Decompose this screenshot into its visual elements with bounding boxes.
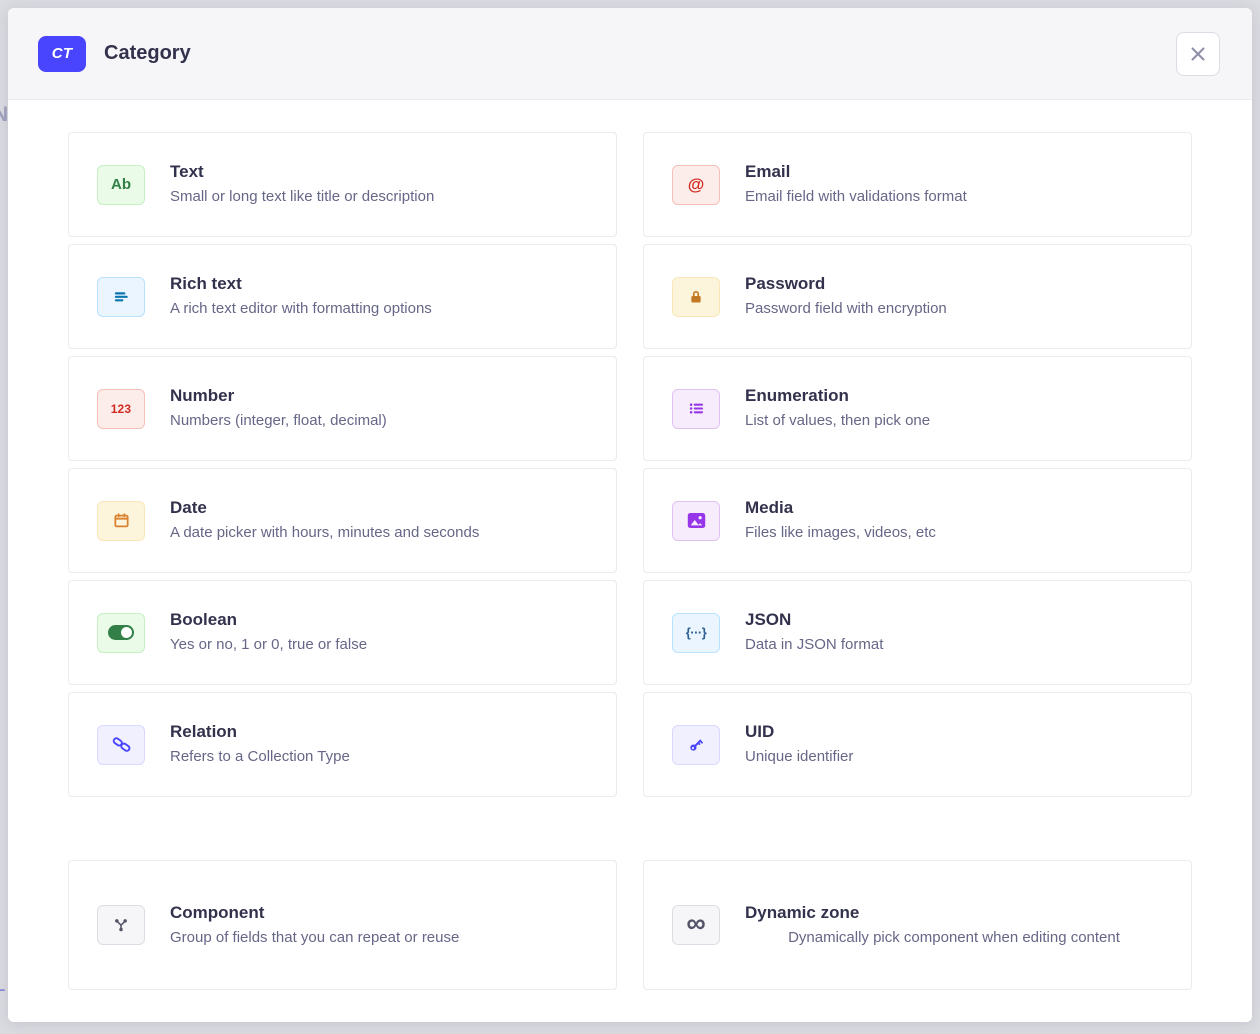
- field-description: Numbers (integer, float, decimal): [170, 411, 588, 431]
- picture-icon: [672, 501, 720, 541]
- field-description: List of values, then pick one: [745, 411, 1163, 431]
- field-title: JSON: [745, 610, 1163, 630]
- close-button[interactable]: [1176, 32, 1220, 76]
- field-description: Small or long text like title or descrip…: [170, 187, 588, 207]
- field-title: Email: [745, 162, 1163, 182]
- field-card-relation[interactable]: Relation Refers to a Collection Type: [68, 692, 617, 797]
- ab-text-icon: Ab: [97, 165, 145, 205]
- background-partial-plus: +: [0, 977, 6, 1005]
- field-card-boolean[interactable]: Boolean Yes or no, 1 or 0, true or false: [68, 580, 617, 685]
- braces-icon: {···}: [672, 613, 720, 653]
- default-fields-grid: Ab Text Small or long text like title or…: [68, 132, 1192, 797]
- lock-icon: [672, 277, 720, 317]
- modal-title: Category: [104, 42, 191, 65]
- field-description: Dynamically pick component when editing …: [745, 928, 1163, 948]
- field-title: Media: [745, 498, 1163, 518]
- field-type-modal: CT Category Ab Text Small or long text l…: [8, 8, 1252, 1022]
- field-description: A date picker with hours, minutes and se…: [170, 523, 588, 543]
- paragraph-lines-icon: [97, 277, 145, 317]
- chain-link-icon: [97, 725, 145, 765]
- field-title: Date: [170, 498, 588, 518]
- field-card-password[interactable]: Password Password field with encryption: [643, 244, 1192, 349]
- field-description: Data in JSON format: [745, 635, 1163, 655]
- field-type-list: Ab Text Small or long text like title or…: [8, 100, 1252, 1022]
- field-description: Refers to a Collection Type: [170, 747, 588, 767]
- advanced-fields-grid: Component Group of fields that you can r…: [68, 860, 1192, 990]
- field-description: Email field with validations format: [745, 187, 1163, 207]
- branch-icon: [97, 905, 145, 945]
- modal-header: CT Category: [8, 8, 1252, 100]
- field-description: Password field with encryption: [745, 299, 1163, 319]
- field-title: Dynamic zone: [745, 903, 1163, 923]
- close-icon: [1187, 43, 1209, 65]
- field-card-media[interactable]: Media Files like images, videos, etc: [643, 468, 1192, 573]
- field-title: Password: [745, 274, 1163, 294]
- field-card-json[interactable]: {···} JSON Data in JSON format: [643, 580, 1192, 685]
- bullet-list-icon: [672, 389, 720, 429]
- field-title: Relation: [170, 722, 588, 742]
- infinity-icon: ∞: [672, 905, 720, 945]
- field-description: Yes or no, 1 or 0, true or false: [170, 635, 588, 655]
- content-type-badge: CT: [38, 36, 86, 72]
- at-sign-icon: @: [672, 165, 720, 205]
- field-description: Group of fields that you can repeat or r…: [170, 928, 588, 948]
- field-title: Text: [170, 162, 588, 182]
- field-description: Files like images, videos, etc: [745, 523, 1163, 543]
- field-title: Rich text: [170, 274, 588, 294]
- field-title: Boolean: [170, 610, 588, 630]
- field-card-richtext[interactable]: Rich text A rich text editor with format…: [68, 244, 617, 349]
- field-title: Number: [170, 386, 588, 406]
- toggle-icon: [97, 613, 145, 653]
- field-title: UID: [745, 722, 1163, 742]
- field-title: Enumeration: [745, 386, 1163, 406]
- field-card-enumeration[interactable]: Enumeration List of values, then pick on…: [643, 356, 1192, 461]
- field-card-number[interactable]: 123 Number Numbers (integer, float, deci…: [68, 356, 617, 461]
- background-partial-text: N: [0, 103, 8, 127]
- key-icon: [672, 725, 720, 765]
- field-card-dynamiczone[interactable]: ∞ Dynamic zone Dynamically pick componen…: [643, 860, 1192, 990]
- field-card-component[interactable]: Component Group of fields that you can r…: [68, 860, 617, 990]
- field-description: A rich text editor with formatting optio…: [170, 299, 588, 319]
- field-card-text[interactable]: Ab Text Small or long text like title or…: [68, 132, 617, 237]
- field-card-email[interactable]: @ Email Email field with validations for…: [643, 132, 1192, 237]
- field-title: Component: [170, 903, 588, 923]
- field-description: Unique identifier: [745, 747, 1163, 767]
- one-two-three-icon: 123: [97, 389, 145, 429]
- calendar-icon: [97, 501, 145, 541]
- field-card-date[interactable]: Date A date picker with hours, minutes a…: [68, 468, 617, 573]
- field-card-uid[interactable]: UID Unique identifier: [643, 692, 1192, 797]
